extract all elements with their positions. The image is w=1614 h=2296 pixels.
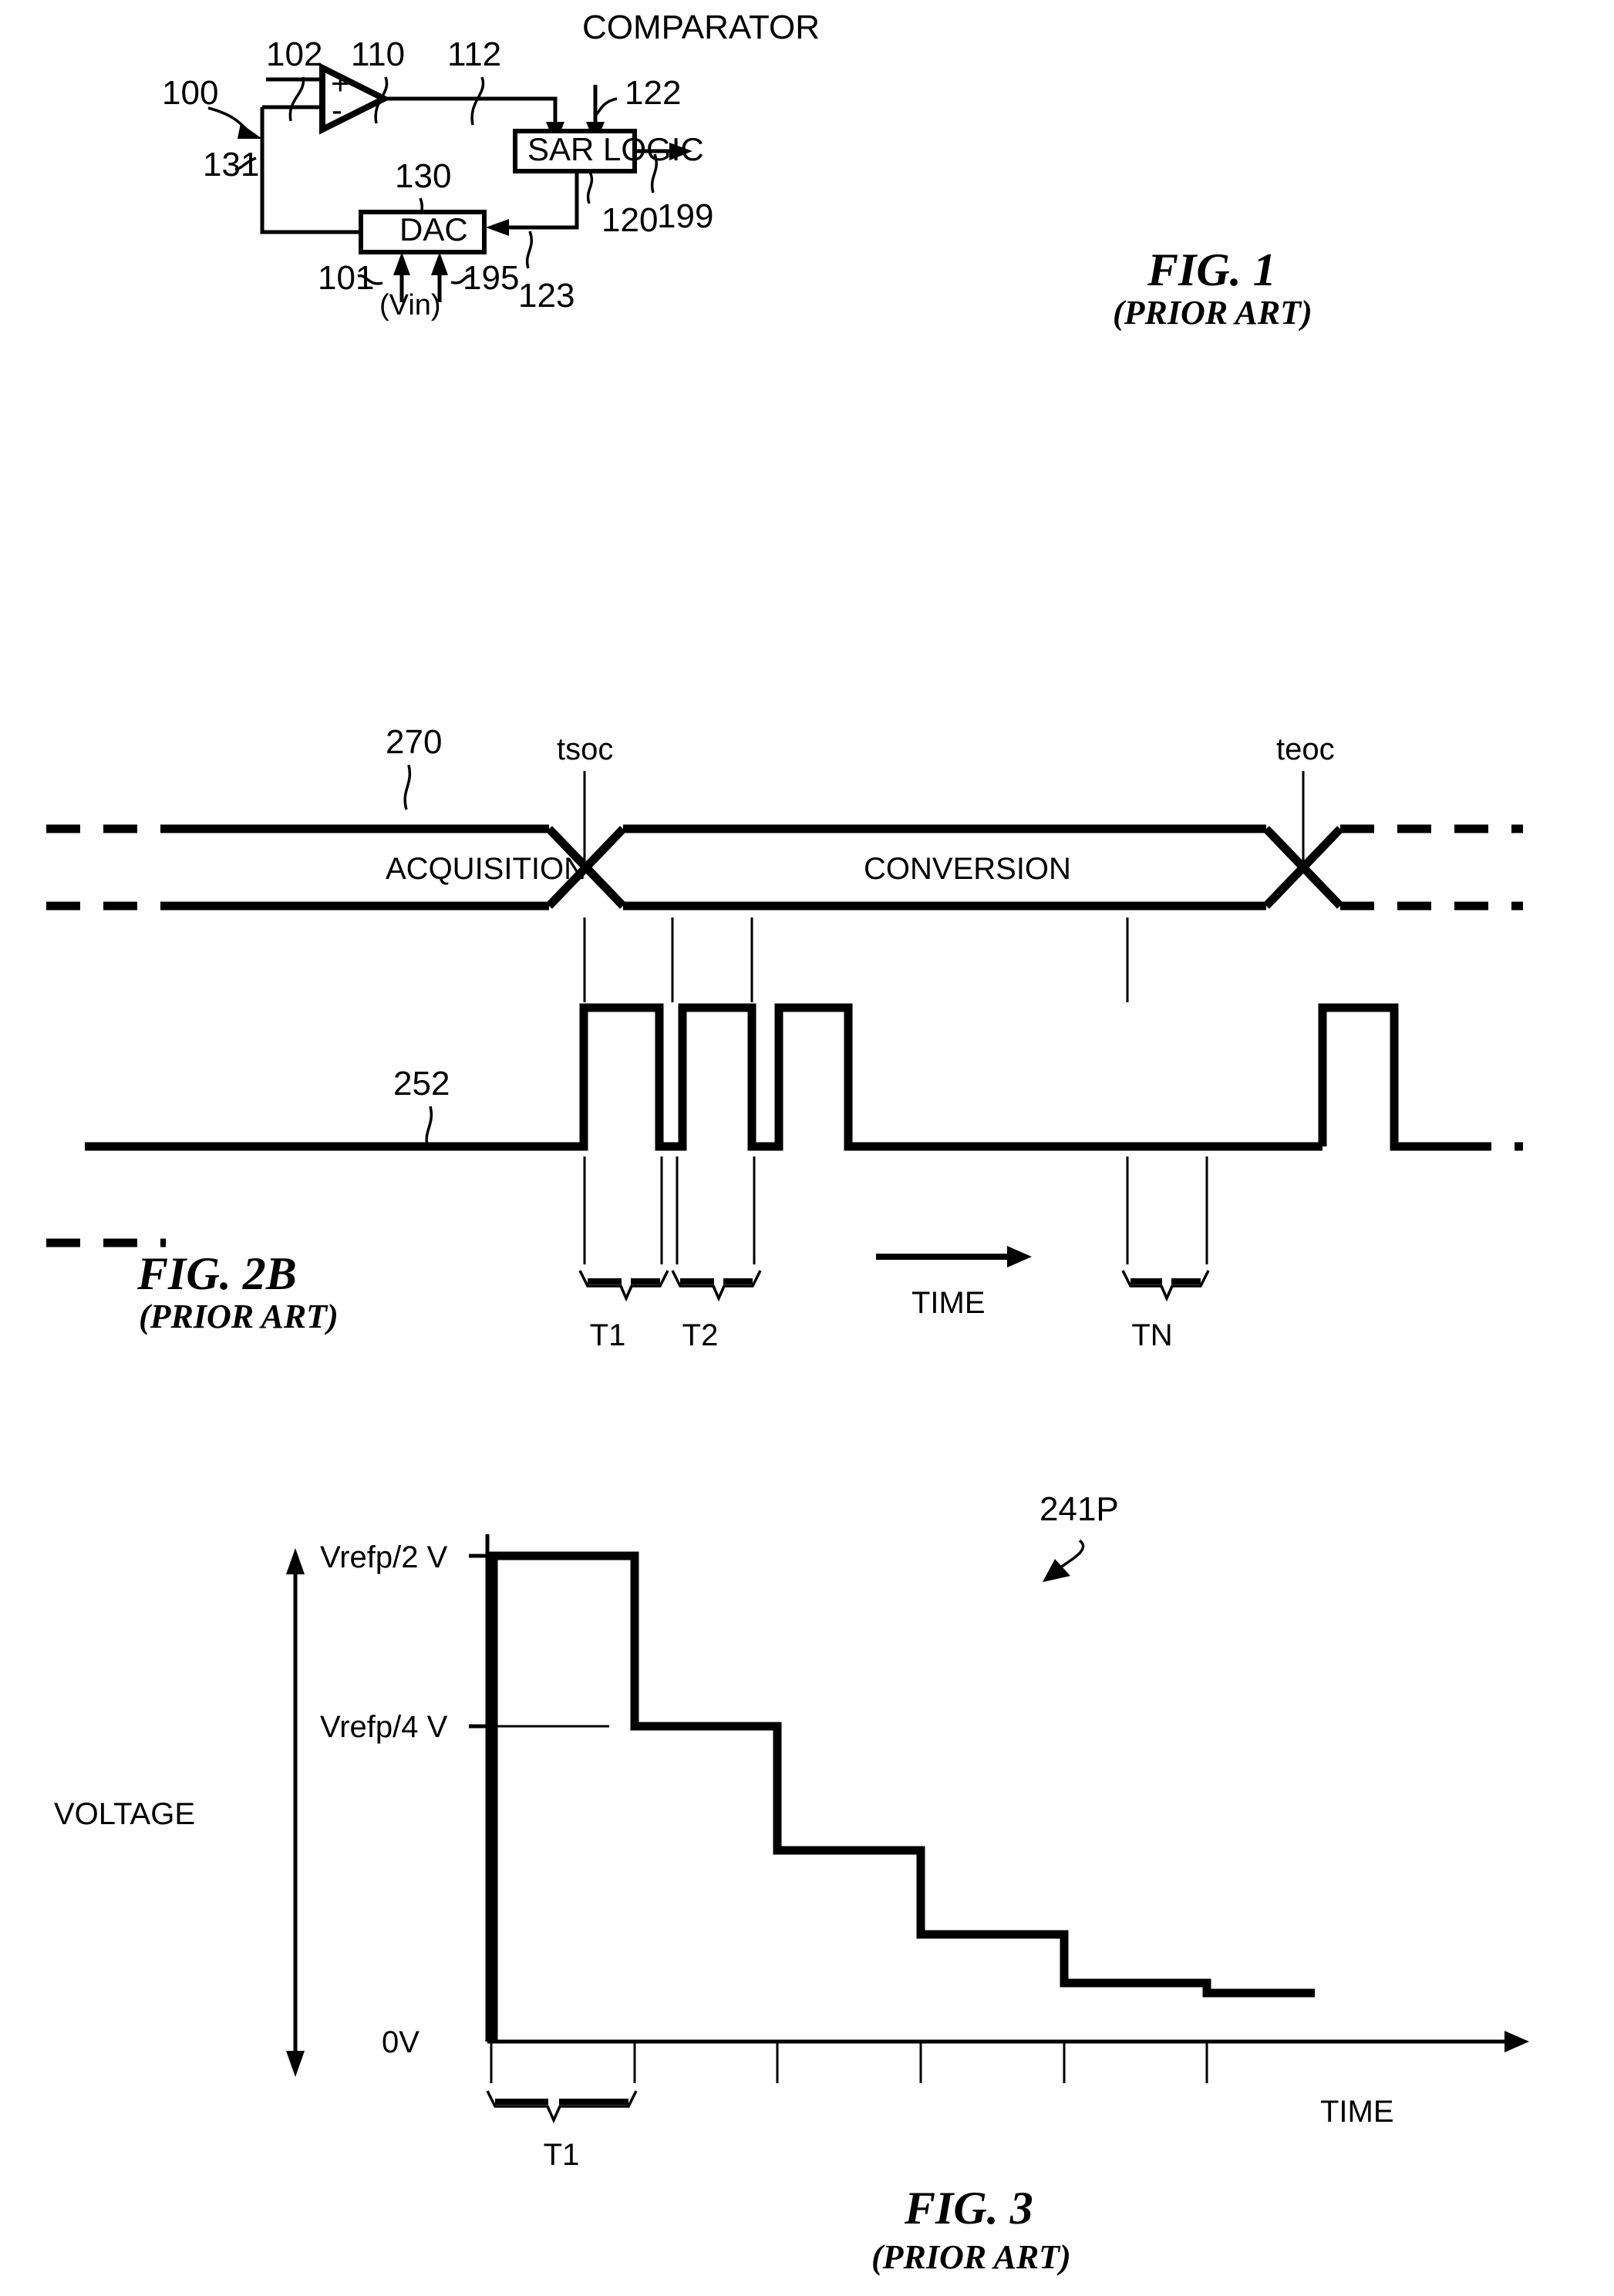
leader-112 xyxy=(470,76,485,126)
ref-270: 270 xyxy=(386,723,442,761)
clk-pulse-train xyxy=(85,1003,1323,1151)
dac-staircase-waveform xyxy=(489,1551,1315,2042)
t1-label: T1 xyxy=(590,1318,626,1352)
arrowhead-195 xyxy=(431,252,448,275)
vin-label: (Vin) xyxy=(379,289,441,322)
t2-label: T2 xyxy=(682,1318,719,1352)
arrowhead-101 xyxy=(393,252,410,275)
fig2b-prior-art: (PRIOR ART) xyxy=(139,1298,339,1335)
figure-2b: 270 tsoc teoc ACQUISITION CONVERSION 252… xyxy=(46,723,1523,1352)
ref-241p: 241P xyxy=(1039,1490,1119,1528)
leader-120 xyxy=(586,171,594,204)
leader-123 xyxy=(525,231,533,269)
comparator-title-label: COMPARATOR xyxy=(582,8,820,46)
time-axis-label-3: TIME xyxy=(1320,2095,1394,2129)
brace-t1 xyxy=(578,1270,669,1302)
phase-bus-waveform xyxy=(46,824,1523,911)
voltage-axis-arrowhead-bottom xyxy=(286,2051,305,2077)
ytick-label-vrefp2: Vrefp/2 V xyxy=(320,1540,448,1574)
arrowhead-123 xyxy=(486,219,509,236)
fig3-caption: FIG. 3 xyxy=(904,2183,1033,2234)
wire-112-comparator-output xyxy=(384,96,558,131)
ref-120: 120 xyxy=(601,201,658,239)
time-axis-label-2b: TIME xyxy=(911,1286,986,1320)
clk-pulse-tn xyxy=(1318,1003,1457,1151)
leader-100-arrowhead xyxy=(238,123,262,139)
wire-123-sar-to-dac xyxy=(500,171,579,230)
fig3-prior-art: (PRIOR ART) xyxy=(871,2238,1071,2276)
ref-112: 112 xyxy=(447,35,501,73)
leader-122 xyxy=(594,97,618,117)
wire-131-dac-feedback xyxy=(260,107,361,234)
t1-label-fig3: T1 xyxy=(544,2138,580,2172)
teoc-label: teoc xyxy=(1276,732,1335,766)
figure-1: COMPARATOR 102 110 112 100 + - 122 SAR L… xyxy=(162,8,1312,332)
ref-110: 110 xyxy=(351,35,405,73)
ref-131: 131 xyxy=(203,146,259,183)
conversion-label: CONVERSION xyxy=(864,852,1071,886)
tn-label: TN xyxy=(1131,1318,1172,1352)
ref-199: 199 xyxy=(657,197,713,235)
x-axis-arrowhead xyxy=(1504,2031,1529,2052)
fig2b-caption: FIG. 2B xyxy=(136,1248,297,1299)
tsoc-label: tsoc xyxy=(557,732,613,766)
ref-102: 102 xyxy=(266,35,322,73)
ref-101: 101 xyxy=(318,259,374,297)
ref-122: 122 xyxy=(625,74,681,112)
fig1-prior-art: (PRIOR ART) xyxy=(1113,294,1312,332)
brace-tn xyxy=(1121,1270,1210,1302)
brace-t1-fig3 xyxy=(486,2090,638,2124)
figure-3: 241P VOLTAGE Vrefp/2 V Vrefp/4 V 0V TIME xyxy=(54,1490,1529,2276)
fig1-caption: FIG. 1 xyxy=(1147,244,1276,295)
ref-195: 195 xyxy=(463,259,519,297)
time-axis-arrowhead-2b xyxy=(1007,1246,1032,1268)
patent-drawing-sheet: COMPARATOR 102 110 112 100 + - 122 SAR L… xyxy=(0,0,1614,2296)
ref-100: 100 xyxy=(162,74,218,112)
clock-pulse-waveform xyxy=(46,1003,1523,1247)
acquisition-label: ACQUISITION xyxy=(386,852,586,886)
ytick-label-vrefp4: Vrefp/4 V xyxy=(320,1710,448,1744)
dac-label: DAC xyxy=(399,211,468,247)
ytick-label-0v: 0V xyxy=(382,2025,420,2059)
leader-270 xyxy=(403,764,411,810)
voltage-axis-label: VOLTAGE xyxy=(54,1797,195,1831)
ref-123: 123 xyxy=(518,277,575,315)
ref-130: 130 xyxy=(395,157,451,195)
brace-t2 xyxy=(671,1270,762,1302)
voltage-axis-arrowhead-top xyxy=(286,1548,305,1574)
leader-102 xyxy=(288,76,305,122)
ref-252: 252 xyxy=(393,1065,450,1103)
comparator-minus-sign: - xyxy=(332,92,342,128)
